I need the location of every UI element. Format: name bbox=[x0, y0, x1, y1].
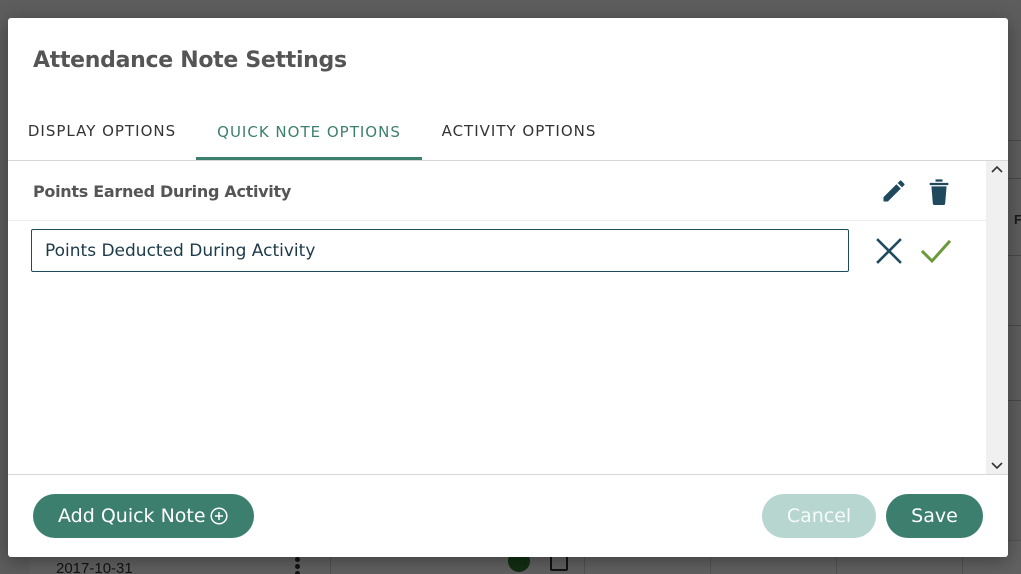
dialog-title: Attendance Note Settings bbox=[33, 48, 347, 73]
list-scrollbar[interactable] bbox=[986, 161, 1008, 474]
quick-note-edit-row bbox=[8, 221, 986, 291]
quick-note-label: Points Earned During Activity bbox=[33, 182, 291, 201]
list-item: Points Earned During Activity bbox=[8, 161, 986, 221]
close-icon[interactable] bbox=[874, 236, 904, 266]
chevron-up-icon[interactable] bbox=[986, 161, 1008, 179]
pencil-icon[interactable] bbox=[880, 177, 908, 205]
quick-note-list: Points Earned During Activity bbox=[8, 161, 986, 474]
trash-icon[interactable] bbox=[928, 177, 950, 205]
tab-activity-options[interactable]: ACTIVITY OPTIONS bbox=[428, 110, 610, 158]
dialog-footer: Add Quick Note Cancel Save bbox=[8, 474, 1008, 557]
add-quick-note-label: Add Quick Note bbox=[58, 505, 206, 527]
add-quick-note-button[interactable]: Add Quick Note bbox=[33, 494, 254, 538]
check-icon[interactable] bbox=[920, 235, 952, 267]
chevron-down-icon[interactable] bbox=[986, 456, 1008, 474]
plus-circle-icon bbox=[210, 507, 228, 525]
save-button[interactable]: Save bbox=[886, 494, 983, 538]
quick-note-input[interactable] bbox=[31, 229, 849, 272]
tab-display-options[interactable]: DISPLAY OPTIONS bbox=[22, 110, 182, 158]
cancel-button[interactable]: Cancel bbox=[762, 494, 876, 538]
tab-quick-note-options[interactable]: QUICK NOTE OPTIONS bbox=[196, 110, 422, 160]
attendance-note-settings-dialog: Attendance Note Settings DISPLAY OPTIONS… bbox=[8, 18, 1008, 557]
tab-bar: DISPLAY OPTIONS QUICK NOTE OPTIONS ACTIV… bbox=[8, 110, 1008, 161]
